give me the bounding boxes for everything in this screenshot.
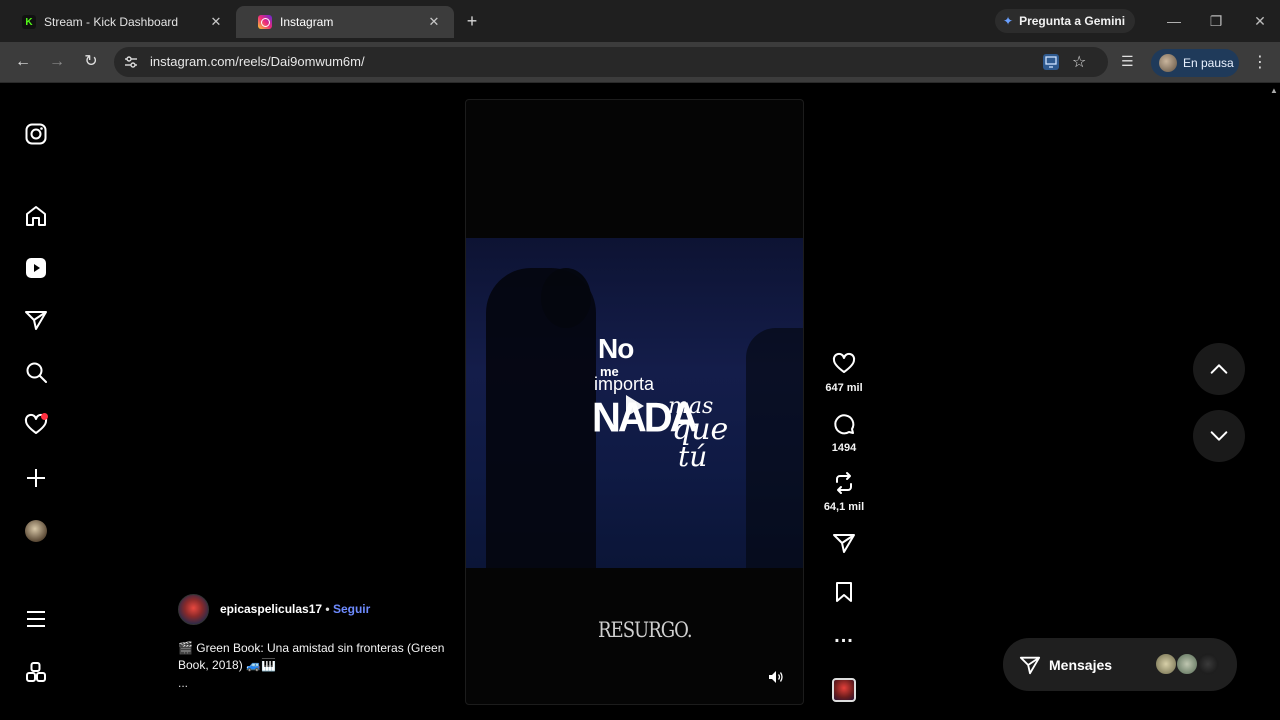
url-text[interactable]: instagram.com/reels/Dai9omwum6m/ xyxy=(150,54,365,69)
play-icon[interactable] xyxy=(626,395,644,417)
messages-button[interactable]: Mensajes xyxy=(1003,638,1237,691)
send-icon xyxy=(833,534,855,553)
watermark-logo: RESURGO. xyxy=(598,617,693,644)
lyric-line: importa xyxy=(594,374,655,394)
save-button[interactable] xyxy=(822,580,866,604)
next-reel-button[interactable] xyxy=(1193,410,1245,462)
comment-icon xyxy=(834,414,855,435)
plus-icon[interactable] xyxy=(22,464,50,492)
grid-icon[interactable] xyxy=(22,658,50,686)
author-avatar[interactable] xyxy=(178,594,209,625)
reels-icon[interactable] xyxy=(22,254,50,282)
lyric-line: No xyxy=(598,333,634,364)
audio-thumbnail[interactable] xyxy=(832,678,856,702)
profile-avatar-button[interactable] xyxy=(22,517,50,545)
tab-instagram[interactable]: Instagram ✕ xyxy=(236,6,454,38)
previous-reel-button[interactable] xyxy=(1193,343,1245,395)
author-username[interactable]: epicaspeliculas17 xyxy=(220,602,322,616)
tab-title: Instagram xyxy=(280,15,334,29)
author-line: epicaspeliculas17 • Seguir xyxy=(220,602,370,616)
chevron-up-icon xyxy=(1210,364,1228,374)
gemini-button[interactable]: ✦ Pregunta a Gemini xyxy=(995,9,1136,33)
caption-more-link[interactable]: ... xyxy=(178,676,188,690)
tab-kick-dashboard[interactable]: K Stream - Kick Dashboard ✕ xyxy=(0,6,236,38)
forward-arrow-icon[interactable]: → xyxy=(45,51,69,73)
menu-icon[interactable] xyxy=(22,605,50,633)
follow-button[interactable]: Seguir xyxy=(333,602,370,616)
close-tab-icon[interactable]: ✕ xyxy=(426,14,442,30)
repost-button[interactable]: 64,1 mil xyxy=(822,471,866,513)
reload-icon[interactable]: ↻ xyxy=(79,51,103,73)
profile-button[interactable]: En pausa xyxy=(1151,49,1239,77)
share-button[interactable] xyxy=(822,531,866,555)
new-tab-button[interactable]: + xyxy=(462,10,482,32)
heart-icon[interactable] xyxy=(22,411,50,439)
profile-label: En pausa xyxy=(1183,56,1234,70)
profile-avatar xyxy=(1159,54,1177,72)
more-options-button[interactable]: ... xyxy=(822,625,866,647)
kick-logo-icon: K xyxy=(22,15,36,29)
bookmark-icon xyxy=(836,582,852,602)
site-settings-icon[interactable] xyxy=(124,55,138,69)
reel-video[interactable]: No me importa NADA mas que tú RESURGO. xyxy=(465,99,804,705)
minimize-icon[interactable]: — xyxy=(1162,10,1186,32)
home-icon[interactable] xyxy=(22,202,50,230)
instagram-logo-icon[interactable] xyxy=(22,120,50,148)
repost-count: 64,1 mil xyxy=(823,501,865,513)
avatar xyxy=(25,520,47,542)
more-icon: ... xyxy=(834,625,854,647)
search-icon[interactable] xyxy=(22,358,50,386)
gemini-label: Pregunta a Gemini xyxy=(1019,14,1126,28)
tab-title: Stream - Kick Dashboard xyxy=(44,15,179,29)
comment-count: 1494 xyxy=(831,442,857,454)
close-window-icon[interactable]: ✕ xyxy=(1248,10,1272,32)
back-arrow-icon[interactable]: ← xyxy=(11,51,35,73)
instagram-logo-icon xyxy=(258,15,272,29)
like-count: 647 mil xyxy=(825,382,863,394)
messages-label: Mensajes xyxy=(1049,656,1113,673)
separator-dot: • xyxy=(325,602,330,616)
address-bar[interactable]: instagram.com/reels/Dai9omwum6m/ ☆ xyxy=(114,47,1108,77)
caption-text: 🎬 Green Book: Una amistad sin fronteras … xyxy=(178,641,445,672)
contact-avatar xyxy=(1197,653,1219,675)
browser-menu-icon[interactable]: ⋮ xyxy=(1252,52,1268,72)
heart-icon xyxy=(832,352,856,373)
browser-toolbar: ← → ↻ instagram.com/reels/Dai9omwum6m/ ☆… xyxy=(0,42,1280,83)
contact-avatar xyxy=(1155,653,1177,675)
restore-icon[interactable]: ❐ xyxy=(1204,10,1228,32)
repost-icon xyxy=(836,472,852,494)
browser-tab-bar: K Stream - Kick Dashboard ✕ Instagram ✕ … xyxy=(0,0,1280,42)
like-button[interactable]: 647 mil xyxy=(822,352,866,394)
close-tab-icon[interactable]: ✕ xyxy=(208,14,224,30)
lyric-line: tú xyxy=(678,440,708,473)
notification-badge xyxy=(41,413,48,420)
send-icon xyxy=(1019,656,1041,674)
volume-icon[interactable] xyxy=(768,670,784,684)
send-icon[interactable] xyxy=(22,306,50,334)
chevron-down-icon xyxy=(1210,431,1228,441)
install-app-icon[interactable] xyxy=(1042,53,1060,71)
reading-list-icon[interactable]: ☰ xyxy=(1121,53,1134,70)
scrollbar-up-arrow[interactable]: ▲ xyxy=(1270,86,1280,96)
contact-avatar xyxy=(1176,653,1198,675)
instagram-sidebar xyxy=(0,84,72,720)
gemini-sparkle-icon: ✦ xyxy=(1003,14,1014,28)
bookmark-star-icon[interactable]: ☆ xyxy=(1072,52,1086,72)
lyrics-overlay: No me importa NADA mas que tú xyxy=(466,100,803,704)
comment-button[interactable]: 1494 xyxy=(822,412,866,454)
